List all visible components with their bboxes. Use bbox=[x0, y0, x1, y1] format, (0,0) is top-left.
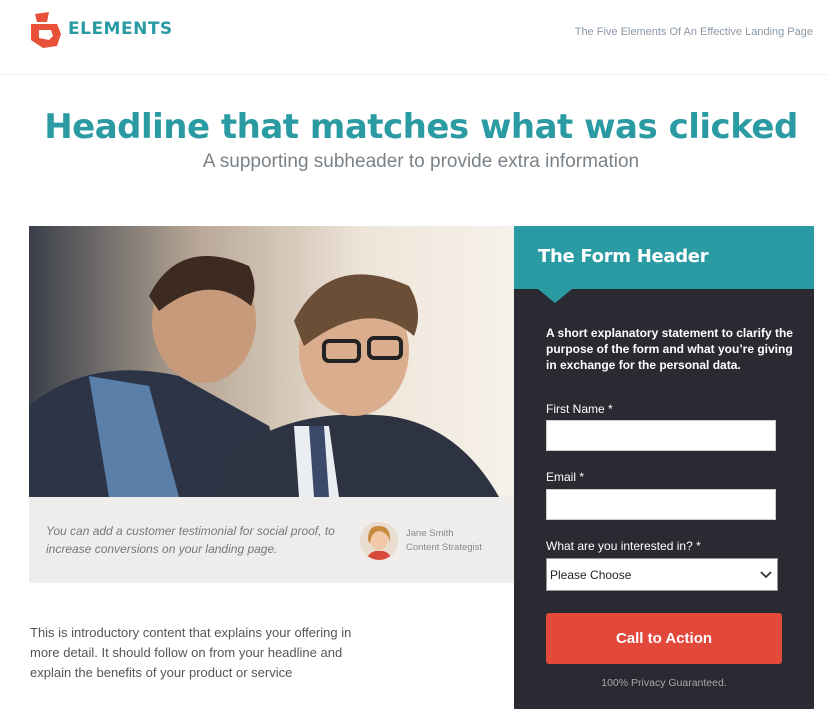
page-subheader: A supporting subheader to provide extra … bbox=[202, 151, 640, 172]
logo-text[interactable]: ELEMENTS bbox=[68, 19, 173, 39]
first-name-field[interactable] bbox=[546, 420, 776, 451]
testimonial-box: You can add a customer testimonial for s… bbox=[29, 497, 514, 583]
email-field[interactable] bbox=[546, 489, 776, 520]
interest-select[interactable]: Please Choose bbox=[546, 558, 778, 591]
form-header-arrow bbox=[538, 289, 572, 303]
testimonial-quote: You can add a customer testimonial for s… bbox=[46, 524, 335, 556]
chevron-down-icon bbox=[760, 571, 772, 579]
privacy-note: 100% Privacy Guaranteed. bbox=[601, 677, 727, 689]
form-description: A short explanatory statement to clarify… bbox=[546, 326, 793, 372]
testimonial-role: Content Strategist bbox=[406, 542, 483, 553]
top-header: ELEMENTS The Five Elements Of An Effecti… bbox=[0, 0, 827, 75]
hero-photo bbox=[29, 226, 514, 497]
intro-paragraph: This is introductory content that explai… bbox=[30, 625, 352, 680]
lead-form: The Form Header A short explanatory stat… bbox=[514, 226, 814, 709]
avatar bbox=[360, 522, 398, 560]
page-headline: Headline that matches what was clicked bbox=[44, 107, 798, 147]
first-name-label: First Name * bbox=[546, 402, 613, 416]
email-label: Email * bbox=[546, 470, 585, 484]
interest-label: What are you interested in? * bbox=[546, 539, 701, 553]
two-businessmen-image bbox=[29, 226, 514, 497]
interest-selected-value: Please Choose bbox=[550, 568, 632, 582]
form-header: The Form Header bbox=[514, 226, 814, 289]
testimonial-name: Jane Smith bbox=[406, 528, 454, 539]
page-tagline: The Five Elements Of An Effective Landin… bbox=[574, 26, 813, 38]
elements-logo-icon[interactable] bbox=[29, 12, 63, 48]
call-to-action-button[interactable]: Call to Action bbox=[546, 613, 782, 664]
form-title: The Form Header bbox=[538, 246, 709, 267]
